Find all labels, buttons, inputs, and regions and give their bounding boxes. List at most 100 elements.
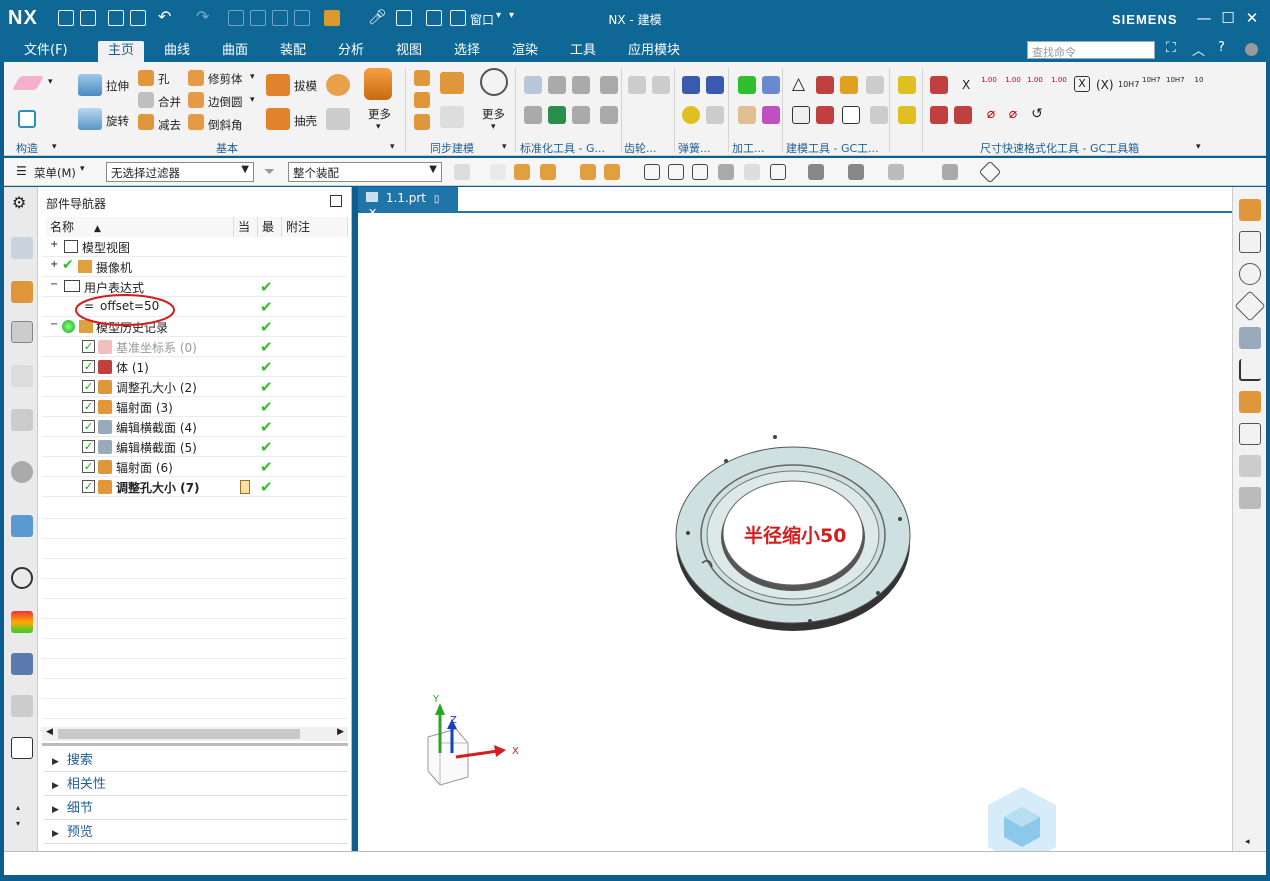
- spring-design-icon[interactable]: [706, 76, 724, 94]
- select-feature-icon[interactable]: [540, 164, 556, 180]
- select-component-icon[interactable]: [580, 164, 596, 180]
- trim-body-icon[interactable]: [188, 70, 204, 86]
- filter-icon[interactable]: ⏷: [264, 164, 275, 180]
- tree-row-feature[interactable]: ✓ 辐射面 (3) ✔: [42, 397, 348, 417]
- tab-surface[interactable]: 曲面: [216, 41, 254, 62]
- type-filter-icon[interactable]: [454, 164, 470, 180]
- part-color-icon[interactable]: [1239, 391, 1261, 413]
- fullscreen-icon[interactable]: ⛶: [1166, 40, 1176, 56]
- expand-toolbar-icon[interactable]: ◂: [1245, 837, 1250, 847]
- dim-box-icon[interactable]: X: [1074, 76, 1090, 92]
- gc-model-icon[interactable]: [866, 76, 884, 94]
- tree-row-feature-current[interactable]: ✓ 调整孔大小 (7) ✔: [42, 477, 348, 497]
- scroll-left-icon[interactable]: ◀: [46, 727, 53, 737]
- constraint-navigator-icon[interactable]: [11, 281, 33, 303]
- dim-line-icon[interactable]: [930, 106, 948, 124]
- reuse-library-icon[interactable]: [11, 365, 33, 387]
- revolve-icon[interactable]: [78, 108, 102, 130]
- subtract-button[interactable]: 减去: [158, 117, 181, 133]
- group-gear-label[interactable]: 齿轮...: [624, 140, 657, 156]
- edge-blend-button[interactable]: 边倒圆: [208, 94, 243, 110]
- dim-fit-icon-3[interactable]: 10: [1190, 76, 1208, 94]
- history-icon[interactable]: [11, 567, 33, 589]
- column-comment[interactable]: 附注: [282, 217, 348, 237]
- scroll-up-icon[interactable]: ▴: [16, 803, 20, 812]
- dim-fit-button[interactable]: 10H7: [1118, 80, 1139, 89]
- collapse-ribbon-icon[interactable]: ︿: [1192, 40, 1205, 59]
- group-construct-label[interactable]: 构造: [16, 140, 38, 156]
- feature-checkbox[interactable]: ✓: [82, 360, 95, 373]
- gc-more-icon-2[interactable]: [898, 106, 916, 124]
- unite-icon[interactable]: [138, 92, 154, 108]
- render-style-icon[interactable]: [808, 164, 824, 180]
- extrude-button[interactable]: 拉伸: [106, 78, 129, 94]
- maximize-button[interactable]: ☐: [1218, 8, 1238, 28]
- help-icon[interactable]: ?: [1218, 40, 1225, 55]
- replace-face-icon[interactable]: [414, 114, 430, 130]
- collapse-icon[interactable]: −: [50, 279, 58, 290]
- rotate-icon[interactable]: [692, 164, 708, 180]
- revolve-button[interactable]: 旋转: [106, 113, 129, 129]
- gc-pencil-icon[interactable]: [816, 106, 834, 124]
- extrude-icon[interactable]: [78, 74, 102, 96]
- blend-chevron-icon[interactable]: ▾: [250, 95, 255, 105]
- tab-analysis[interactable]: 分析: [332, 41, 370, 62]
- feature-checkbox[interactable]: ✓: [82, 460, 95, 473]
- construct-group-chevron-icon[interactable]: ▾: [52, 142, 57, 152]
- select-assembly-icon[interactable]: [604, 164, 620, 180]
- horizontal-scrollbar[interactable]: ◀ ▶: [42, 727, 348, 741]
- subtract-icon[interactable]: [138, 114, 154, 130]
- part-navigator-icon[interactable]: [11, 321, 33, 343]
- scroll-thumb[interactable]: [58, 729, 300, 739]
- mirror-icon[interactable]: [326, 108, 350, 130]
- group-spring-label[interactable]: 弹簧...: [678, 140, 711, 156]
- construct-chevron-icon[interactable]: ▾: [48, 77, 53, 87]
- shell-icon[interactable]: [266, 108, 290, 130]
- tab-select[interactable]: 选择: [448, 41, 486, 62]
- offset-region-icon[interactable]: [440, 72, 464, 94]
- tree-row-model-views[interactable]: + 模型视图: [42, 237, 348, 257]
- dim-angle-icon[interactable]: [954, 106, 972, 124]
- web-browser-icon[interactable]: [11, 515, 33, 537]
- gc-hole-icon[interactable]: [524, 106, 542, 124]
- hole-icon[interactable]: [138, 70, 154, 86]
- tree-row-cameras[interactable]: + ✔ 摄像机: [42, 257, 348, 277]
- dim-diameter-clear-icon[interactable]: ⌀: [1004, 106, 1022, 124]
- section-details[interactable]: ▶ 细节: [44, 798, 348, 820]
- orient-view-icon[interactable]: [1239, 199, 1261, 221]
- sync-more-icon[interactable]: [480, 68, 508, 96]
- menu-chevron-icon[interactable]: ▾: [80, 164, 85, 174]
- tree-row-feature[interactable]: ✓ 编辑横截面 (5) ✔: [42, 437, 348, 457]
- machining-icon[interactable]: [762, 76, 780, 94]
- select-body-icon[interactable]: [514, 164, 530, 180]
- zoom-window-icon[interactable]: [1239, 263, 1261, 285]
- spring-delete-icon[interactable]: [682, 106, 700, 124]
- maximize-panel-icon[interactable]: [330, 195, 342, 207]
- tab-applications[interactable]: 应用模块: [622, 41, 686, 62]
- machining-feature-icon[interactable]: [738, 106, 756, 124]
- scroll-right-icon[interactable]: ▶: [337, 727, 344, 737]
- tab-part-file[interactable]: 1.1.prt ▯ ✕: [358, 187, 458, 219]
- tab-tools[interactable]: 工具: [564, 41, 602, 62]
- wireframe-icon[interactable]: [744, 164, 760, 180]
- info-icon[interactable]: [11, 461, 33, 483]
- column-latest[interactable]: 最: [258, 217, 282, 237]
- dim-fit-icon-1[interactable]: 10H7: [1142, 76, 1161, 94]
- gc-part-icon[interactable]: [572, 76, 590, 94]
- ruler-icon[interactable]: [1234, 290, 1266, 322]
- expand-icon[interactable]: +: [50, 239, 58, 250]
- spring-extend-icon[interactable]: [706, 106, 724, 124]
- group-modeling-tools-label[interactable]: 建模工具 - GC工...: [786, 140, 879, 156]
- clip-icon[interactable]: [1239, 455, 1261, 477]
- dim-reset-icon[interactable]: ↺: [1028, 106, 1046, 124]
- more-features-icon[interactable]: [364, 68, 392, 100]
- sync-chevron-icon[interactable]: ▾: [491, 122, 496, 132]
- feature-checkbox[interactable]: ✓: [82, 440, 95, 453]
- settings-gear-icon[interactable]: ⚙: [12, 193, 26, 212]
- tree-row-feature[interactable]: ✓ 基准坐标系 (0) ✔: [42, 337, 348, 357]
- collapse-icon[interactable]: −: [50, 319, 58, 330]
- triangle-icon[interactable]: △: [792, 74, 805, 94]
- chamfer-icon[interactable]: [188, 114, 204, 130]
- palette-icon[interactable]: [11, 611, 33, 633]
- tree-row-feature[interactable]: ✓ 编辑横截面 (4) ✔: [42, 417, 348, 437]
